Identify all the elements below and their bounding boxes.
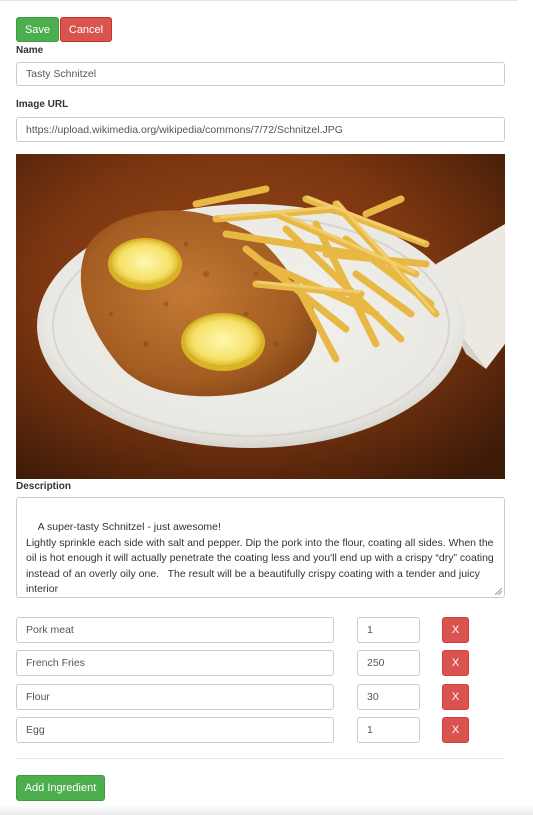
ingredient-name-input[interactable]: Flour (16, 684, 334, 710)
ingredient-amount-input[interactable]: 1 (357, 717, 420, 743)
delete-ingredient-button[interactable]: X (442, 717, 469, 743)
add-ingredient-button[interactable]: Add Ingredient (16, 775, 105, 801)
ingredient-row: Flour 30 X (0, 684, 533, 710)
delete-ingredient-button[interactable]: X (442, 617, 469, 643)
section-divider (16, 758, 505, 759)
ingredient-name-input[interactable]: Egg (16, 717, 334, 743)
bottom-shadow (0, 805, 533, 815)
name-input[interactable]: Tasty Schnitzel (16, 62, 505, 86)
image-url-input[interactable]: https://upload.wikimedia.org/wikipedia/c… (16, 117, 505, 142)
ingredient-amount-input[interactable]: 1 (357, 617, 420, 643)
ingredient-row: Pork meat 1 X (0, 617, 533, 643)
delete-ingredient-button[interactable]: X (442, 650, 469, 676)
description-textarea[interactable]: A super-tasty Schnitzel - just awesome! … (16, 497, 505, 598)
ingredient-amount-input[interactable]: 250 (357, 650, 420, 676)
recipe-image (16, 154, 505, 479)
top-divider (0, 0, 518, 1)
ingredient-name-input[interactable]: French Fries (16, 650, 334, 676)
ingredient-name-input[interactable]: Pork meat (16, 617, 334, 643)
ingredient-row: French Fries 250 X (0, 650, 533, 676)
image-url-label: Image URL (16, 99, 69, 110)
delete-ingredient-button[interactable]: X (442, 684, 469, 710)
ingredient-row: Egg 1 X (0, 717, 533, 743)
resize-handle-icon[interactable] (495, 588, 502, 595)
description-text: A super-tasty Schnitzel - just awesome! … (26, 521, 494, 596)
ingredient-amount-input[interactable]: 30 (357, 684, 420, 710)
name-label: Name (16, 45, 44, 56)
save-button[interactable]: Save (16, 17, 59, 42)
cancel-button[interactable]: Cancel (60, 17, 112, 42)
recipe-edit-form: Save Cancel Name Tasty Schnitzel Image U… (0, 0, 533, 815)
description-label: Description (16, 481, 72, 492)
